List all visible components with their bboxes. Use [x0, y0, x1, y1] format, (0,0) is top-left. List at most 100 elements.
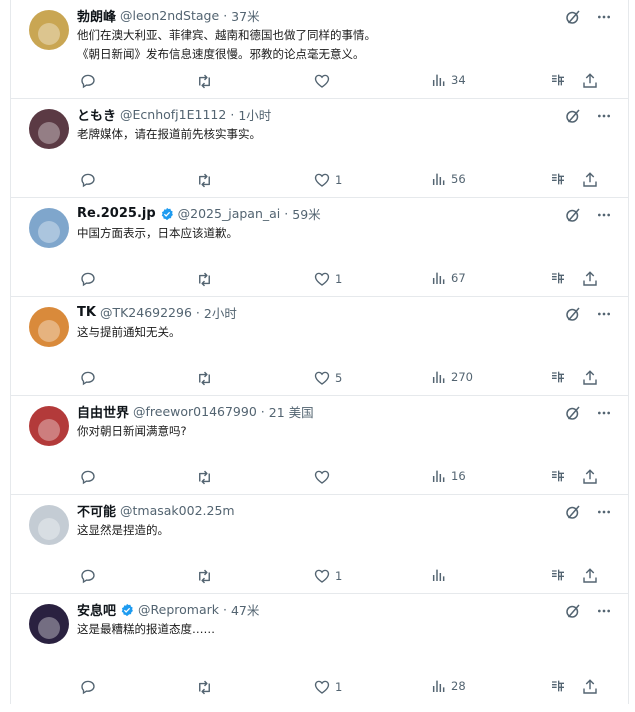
- grok-icon[interactable]: [564, 503, 582, 521]
- reply-button[interactable]: [79, 567, 97, 585]
- tweet[interactable]: 自由世界 @freewor01467990 · 21 美国 你对朝日新闻满意吗?: [11, 396, 628, 495]
- user-handle[interactable]: @2025_japan_ai: [178, 206, 281, 221]
- retweet-button[interactable]: [195, 270, 214, 289]
- tweet[interactable]: 不可能 @tmasak002.25m · 这显然是捏造的。 1: [11, 495, 628, 594]
- share-button[interactable]: [581, 72, 599, 90]
- avatar[interactable]: [29, 505, 69, 545]
- avatar[interactable]: [29, 406, 69, 446]
- grok-icon[interactable]: [564, 206, 582, 224]
- bookmark-button[interactable]: [550, 171, 566, 187]
- views-button[interactable]: 56: [431, 171, 466, 187]
- share-button[interactable]: [581, 678, 599, 696]
- tweet[interactable]: 安息吧 @Repromark · 47米 这是最糟糕的报道态度…… 1 28: [11, 594, 628, 704]
- timestamp[interactable]: 2小时: [204, 303, 237, 322]
- retweet-button[interactable]: [195, 72, 214, 91]
- more-icon[interactable]: [596, 504, 612, 520]
- like-button[interactable]: 5: [313, 369, 342, 387]
- bookmark-button[interactable]: [550, 678, 566, 694]
- grok-icon[interactable]: [564, 107, 582, 125]
- views-button[interactable]: 28: [431, 678, 466, 694]
- views-button[interactable]: 270: [431, 369, 473, 385]
- reply-button[interactable]: [79, 270, 97, 288]
- reply-button[interactable]: [79, 468, 97, 486]
- display-name[interactable]: ともき: [77, 105, 116, 124]
- display-name[interactable]: Re.2025.jp: [77, 206, 156, 221]
- more-icon[interactable]: [596, 9, 612, 25]
- views-button[interactable]: 16: [431, 468, 466, 484]
- tweet-text: 中国方面表示，日本应该道歉。: [77, 224, 238, 243]
- timestamp[interactable]: 37米: [231, 6, 259, 25]
- share-button[interactable]: [581, 270, 599, 288]
- share-button[interactable]: [581, 171, 599, 189]
- display-name[interactable]: 自由世界: [77, 402, 129, 421]
- reply-button[interactable]: [79, 171, 97, 189]
- more-icon[interactable]: [596, 207, 612, 223]
- more-icon[interactable]: [596, 603, 612, 619]
- action-bar: 16: [11, 466, 628, 488]
- retweet-button[interactable]: [195, 171, 214, 190]
- user-handle[interactable]: @tmasak002.25m: [120, 503, 235, 518]
- like-button[interactable]: 1: [313, 270, 342, 288]
- like-button[interactable]: [313, 72, 335, 90]
- display-name[interactable]: 不可能: [77, 501, 116, 520]
- tweet[interactable]: 勃朗峰 @leon2ndStage · 37米 他们在澳大利亚、菲律宾、越南和德…: [11, 0, 628, 99]
- grok-icon[interactable]: [564, 305, 582, 323]
- bookmark-button[interactable]: [550, 72, 566, 88]
- bookmark-button[interactable]: [550, 567, 566, 583]
- display-name[interactable]: 勃朗峰: [77, 6, 116, 25]
- action-bar: 1 56: [11, 169, 628, 191]
- avatar[interactable]: [29, 10, 69, 50]
- user-handle[interactable]: @Repromark: [138, 602, 219, 617]
- grok-icon[interactable]: [564, 8, 582, 26]
- avatar[interactable]: [29, 307, 69, 347]
- like-button[interactable]: 1: [313, 678, 342, 696]
- share-button[interactable]: [581, 567, 599, 585]
- more-icon[interactable]: [596, 405, 612, 421]
- like-button[interactable]: 1: [313, 171, 342, 189]
- more-icon[interactable]: [596, 108, 612, 124]
- user-handle[interactable]: @TK24692296: [100, 305, 192, 320]
- grok-icon[interactable]: [564, 602, 582, 620]
- display-name[interactable]: TK: [77, 305, 96, 320]
- tweet-text-line: 他们在澳大利亚、菲律宾、越南和德国也做了同样的事情。: [77, 28, 376, 42]
- bookmark-button[interactable]: [550, 468, 566, 484]
- retweet-button[interactable]: [195, 369, 214, 388]
- user-handle[interactable]: @freewor01467990: [133, 404, 257, 419]
- timestamp[interactable]: 59米: [292, 204, 320, 223]
- share-button[interactable]: [581, 369, 599, 387]
- like-button[interactable]: [313, 468, 335, 486]
- share-button[interactable]: [581, 468, 599, 486]
- tweet[interactable]: Re.2025.jp @2025_japan_ai · 59米 中国方面表示，日…: [11, 198, 628, 297]
- avatar[interactable]: [29, 604, 69, 644]
- tweet[interactable]: ともき @Ecnhofj1E1112 · 1小时 老牌媒体，请在报道前先核实事实…: [11, 99, 628, 198]
- grok-icon[interactable]: [564, 404, 582, 422]
- timestamp[interactable]: 21 美国: [269, 402, 314, 421]
- retweet-button[interactable]: [195, 678, 214, 697]
- retweet-icon: [199, 272, 210, 287]
- bookmark-icon: [552, 74, 564, 86]
- more-icon[interactable]: [596, 306, 612, 322]
- bookmark-button[interactable]: [550, 270, 566, 286]
- timestamp[interactable]: 1小时: [238, 105, 271, 124]
- retweet-button[interactable]: [195, 468, 214, 487]
- user-handle[interactable]: @Ecnhofj1E1112: [120, 107, 226, 122]
- separator-dot: ·: [223, 8, 228, 23]
- retweet-button[interactable]: [195, 567, 214, 586]
- avatar[interactable]: [29, 109, 69, 149]
- avatar[interactable]: [29, 208, 69, 248]
- view-count: 34: [451, 73, 466, 87]
- display-name[interactable]: 安息吧: [77, 600, 116, 619]
- views-button[interactable]: 34: [431, 72, 466, 88]
- avatar-image: [29, 109, 69, 149]
- reply-button[interactable]: [79, 72, 97, 90]
- tweet[interactable]: TK @TK24692296 · 2小时 这与提前通知无关。 5 270: [11, 297, 628, 396]
- views-button[interactable]: [431, 567, 451, 583]
- bookmark-button[interactable]: [550, 369, 566, 385]
- like-button[interactable]: 1: [313, 567, 342, 585]
- reply-button[interactable]: [79, 369, 97, 387]
- views-button[interactable]: 67: [431, 270, 466, 286]
- reply-button[interactable]: [79, 678, 97, 696]
- timestamp[interactable]: 47米: [231, 600, 259, 619]
- user-handle[interactable]: @leon2ndStage: [120, 8, 219, 23]
- like-icon: [314, 470, 330, 484]
